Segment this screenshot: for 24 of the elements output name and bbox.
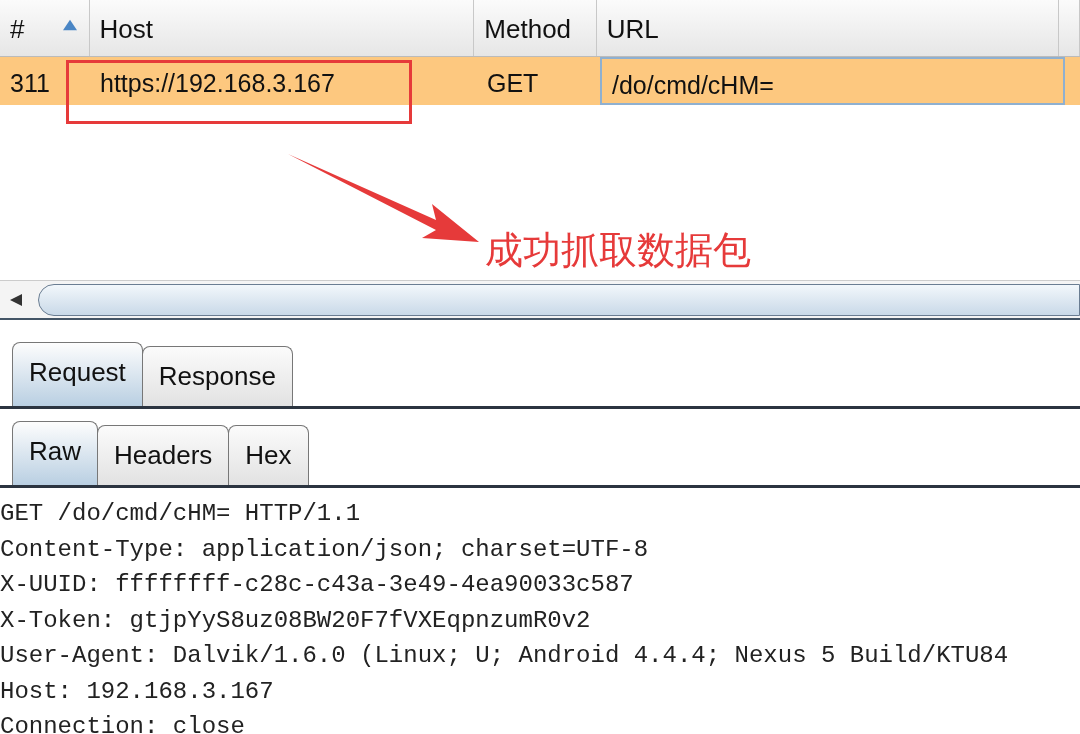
- raw-request-line: X-UUID: ffffffff-c28c-c43a-3e49-4ea90033c587: [0, 570, 635, 600]
- tab[interactable]: Request: [12, 342, 143, 406]
- column-header[interactable]: URL: [596, 0, 1059, 56]
- tab[interactable]: Raw: [12, 421, 98, 485]
- horizontal-scrollbar[interactable]: [0, 280, 1080, 320]
- column-header[interactable]: Method: [474, 0, 597, 56]
- raw-request-line: Host: 192.168.3.167: [0, 676, 275, 707]
- raw-request-line: User-Agent: Dalvik/1.6.0 (Linux; U; Android 4.4.4; Nexus 5 Build/KTU84: [0, 641, 1010, 671]
- tab[interactable]: Headers: [97, 425, 230, 485]
- raw-request-line: GET /do/cmd/cHM= HTTP/1.1: [0, 499, 362, 529]
- table-cell: https://192.168.3.167: [100, 69, 335, 97]
- table-cell: /do/cmd/cHM=: [612, 71, 774, 99]
- table-row[interactable]: 311 https://192.168.3.167 GET /do/cmd/cHM=: [0, 57, 1080, 105]
- scroll-left-arrow-icon[interactable]: [8, 292, 24, 307]
- annotation-text: 成功抓取数据包: [485, 228, 751, 273]
- raw-request-line: Content-Type: application/json; charset=UTF-8: [0, 534, 650, 565]
- raw-request-line: Connection: close: [0, 712, 246, 734]
- table-cell: GET: [487, 69, 539, 97]
- column-header[interactable]: #: [0, 0, 90, 56]
- table-cell: 311: [10, 69, 50, 97]
- column-header[interactable]: Host: [89, 0, 475, 56]
- tab[interactable]: Hex: [228, 425, 309, 485]
- tab[interactable]: Response: [141, 346, 293, 406]
- raw-request-line: X-Token: gtjpYyS8uz08BW20F7fVXEqpnzumR0v2: [0, 605, 592, 636]
